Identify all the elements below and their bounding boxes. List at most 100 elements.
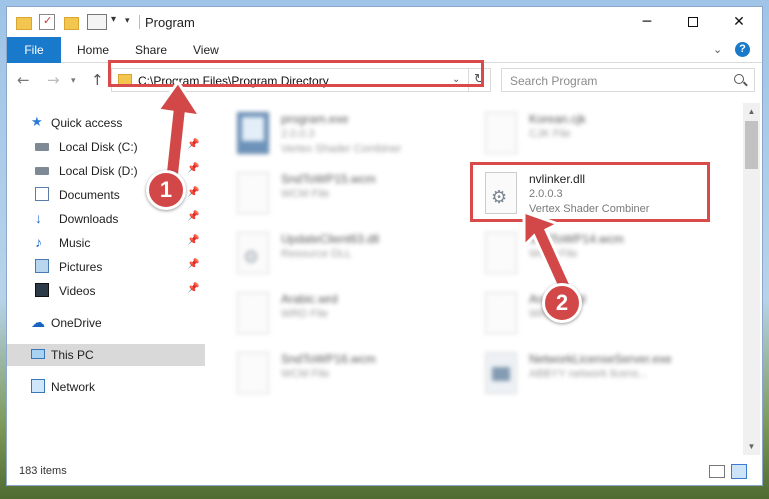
close-button[interactable]: ✕ [716, 7, 762, 37]
item-count: 183 items [19, 465, 67, 477]
maximize-icon [688, 17, 698, 27]
window-title: Program [145, 15, 195, 30]
file-name: NetworkLicenseServer.exe [529, 352, 672, 366]
documents-icon [35, 187, 49, 201]
file-type: Resource DLL [281, 248, 352, 260]
videos-icon [35, 283, 49, 297]
scroll-down-icon[interactable]: ▼ [743, 438, 760, 455]
nav-item-label: Local Disk (D:) [59, 164, 138, 178]
nav-item-pictures[interactable]: Pictures 📌 [7, 256, 205, 278]
nav-item-label: Music [59, 236, 91, 250]
file-type: WRD File [281, 308, 329, 320]
nav-item-label: Downloads [59, 212, 119, 226]
nav-item-label: Quick access [51, 116, 123, 130]
file-item[interactable]: NetworkLicenseServer.exe ABBYY network l… [475, 348, 715, 404]
large-icons-view-icon[interactable] [731, 464, 747, 479]
up-arrow-icon[interactable]: ↑ [91, 71, 104, 89]
nav-item-onedrive[interactable]: ☁ OneDrive [7, 312, 205, 334]
drive-icon [35, 143, 49, 151]
file-name: UpdateClient63.dll [281, 232, 380, 246]
file-type: WCM File [281, 368, 330, 380]
file-name: SndToWP15.wcm [281, 172, 376, 186]
search-input[interactable]: Search Program [501, 68, 755, 92]
exe-icon [237, 112, 269, 154]
file-description: Vertex Shader Combiner [281, 143, 402, 155]
details-view-icon[interactable] [709, 465, 725, 478]
file-item[interactable]: SndToWP15.wcm WCM File [227, 168, 467, 224]
folder-icon[interactable] [15, 14, 32, 30]
step-2-badge: 2 [542, 283, 582, 323]
file-icon [485, 292, 517, 334]
pin-icon[interactable]: 📌 [187, 235, 199, 246]
file-name: Korean.cjk [529, 112, 586, 126]
nav-item-music[interactable]: ♪ Music 📌 [7, 232, 205, 254]
forward-arrow-icon[interactable]: → [47, 71, 60, 89]
star-icon: ★ [31, 114, 43, 129]
nav-item-label: Pictures [59, 260, 103, 274]
file-name: SndToWP16.wcm [281, 352, 376, 366]
downloads-icon: ↓ [35, 210, 42, 226]
nav-item-this-pc[interactable]: This PC [7, 344, 205, 366]
file-name: program.exe [281, 112, 349, 126]
file-type: WCM File [281, 188, 330, 200]
chevron-down-icon[interactable]: ▾ [111, 14, 116, 25]
file-version: 2.0.0.3 [281, 128, 315, 140]
scroll-up-icon[interactable]: ▲ [743, 103, 760, 120]
nav-item-label: Network [51, 380, 96, 394]
expand-ribbon-icon[interactable]: ⌄ [713, 43, 722, 56]
search-icon[interactable] [734, 74, 744, 84]
status-bar: 183 items [7, 459, 762, 485]
file-item[interactable]: Korean.cjk CJK File [475, 108, 715, 164]
scroll-thumb[interactable] [745, 121, 758, 169]
music-icon: ♪ [35, 234, 42, 250]
maximize-button[interactable] [670, 7, 716, 37]
file-item[interactable]: Arabic.wrd WRD File [227, 288, 467, 344]
file-icon [485, 232, 517, 274]
nav-item-label: Videos [59, 284, 96, 298]
drive-icon [35, 167, 49, 175]
vertical-scrollbar[interactable]: ▲ ▼ [743, 103, 760, 455]
title-divider [139, 15, 140, 29]
help-icon[interactable]: ? [735, 42, 750, 57]
dll-gear-icon [237, 232, 269, 274]
file-icon [237, 172, 269, 214]
nav-item-label: This PC [51, 348, 94, 362]
file-item[interactable]: Arabic.wrd WRD File [475, 288, 715, 344]
nav-item-label: Documents [59, 188, 120, 202]
app-icon [485, 352, 517, 394]
customize-toolbar-icon[interactable]: ▾ [125, 15, 130, 26]
file-type: CJK File [529, 128, 571, 140]
new-folder-icon[interactable] [63, 14, 79, 30]
search-placeholder: Search Program [510, 74, 598, 88]
minimize-button[interactable]: ─ [624, 7, 670, 37]
file-list: program.exe 2.0.0.3 Vertex Shader Combin… [217, 102, 739, 452]
file-icon [485, 112, 517, 154]
file-description: ABBYY network licens... [529, 368, 648, 380]
nav-item-downloads[interactable]: ↓ Downloads 📌 [7, 208, 205, 230]
file-icon [237, 352, 269, 394]
view-options-icon[interactable] [87, 14, 107, 30]
pin-icon[interactable]: 📌 [187, 211, 199, 222]
onedrive-icon: ☁ [31, 314, 45, 330]
pictures-icon [35, 259, 49, 273]
nav-item-label: OneDrive [51, 316, 102, 330]
back-arrow-icon[interactable]: ← [17, 71, 30, 89]
nav-item-videos[interactable]: Videos 📌 [7, 280, 205, 302]
file-item[interactable]: SndToWP16.wcm WCM File [227, 348, 467, 404]
this-pc-icon [31, 349, 45, 359]
nav-item-network[interactable]: Network [7, 376, 205, 398]
file-name: Arabic.wrd [281, 292, 338, 306]
pin-icon[interactable]: 📌 [187, 259, 199, 270]
file-item[interactable]: program.exe 2.0.0.3 Vertex Shader Combin… [227, 108, 467, 164]
properties-icon[interactable] [39, 14, 55, 30]
tab-home[interactable]: Home [77, 37, 109, 63]
file-icon [237, 292, 269, 334]
file-item[interactable]: SndToWP14.wcm WCM File [475, 228, 715, 284]
file-item[interactable]: UpdateClient63.dll Resource DLL [227, 228, 467, 284]
title-bar: ▾ ▾ Program ─ ✕ [7, 7, 762, 37]
file-highlight [470, 162, 710, 222]
step-1-badge: 1 [146, 170, 186, 210]
recent-locations-icon[interactable]: ▾ [71, 76, 76, 86]
tab-file[interactable]: File [7, 37, 61, 63]
pin-icon[interactable]: 📌 [187, 283, 199, 294]
